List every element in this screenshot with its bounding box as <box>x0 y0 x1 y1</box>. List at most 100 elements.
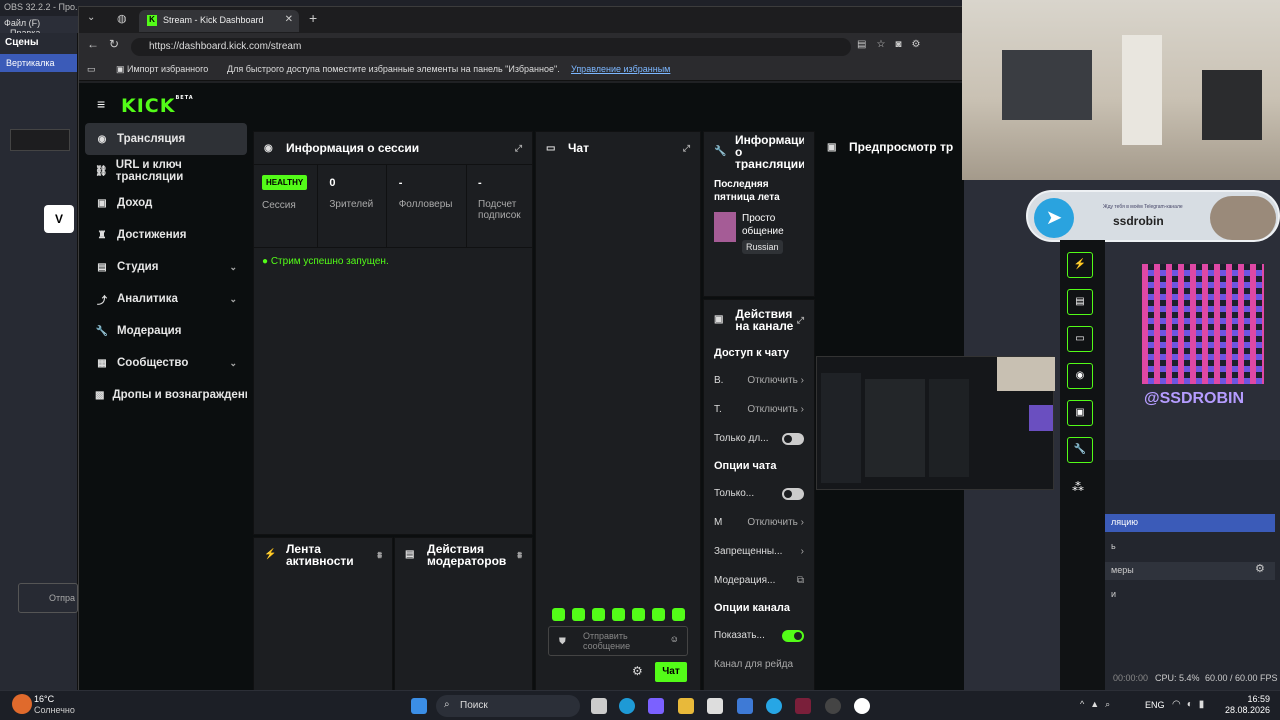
wrench-icon[interactable]: 🔧 <box>1067 437 1093 463</box>
preview-sidebar <box>821 373 861 483</box>
close-tab-icon[interactable]: ✕ <box>285 14 293 25</box>
reload-icon[interactable]: ↻ <box>109 37 119 51</box>
menu-file[interactable]: Файл (F) <box>4 18 40 28</box>
weather-desc: Солнечно <box>34 705 75 715</box>
network-volume-icons[interactable]: ◠◐▮ <box>1172 699 1210 710</box>
browser-toolbar-icons[interactable]: ▤☆◙⚙ <box>857 39 930 50</box>
emote[interactable] <box>572 608 585 621</box>
chrome-icon[interactable] <box>825 698 841 714</box>
chat-send-button[interactable]: Чат <box>655 662 687 682</box>
community-icon[interactable]: ⁂ <box>1072 480 1084 494</box>
obs-cpu: CPU: 5.4% <box>1155 673 1200 683</box>
expand-icon[interactable]: ⤢ <box>515 143 522 154</box>
row-m[interactable]: М Отключить › <box>704 508 814 537</box>
chat-input[interactable]: ⛊ Отправить сообщение ☺ <box>548 626 688 656</box>
row-raid[interactable]: Канал для рейда <box>704 650 814 679</box>
new-tab-icon[interactable]: + <box>309 10 317 26</box>
nav-drops[interactable]: ▩ Дропы и вознаграждени <box>85 379 247 411</box>
gear-icon[interactable]: ⚙ <box>1255 562 1265 575</box>
url-input[interactable]: https://dashboard.kick.com/stream <box>131 38 851 56</box>
mail-icon[interactable] <box>737 698 753 714</box>
edge-icon[interactable] <box>619 698 635 714</box>
disable-select[interactable]: Отключить › <box>747 517 804 528</box>
filter-icon[interactable]: ⩩ <box>377 549 382 561</box>
emote[interactable] <box>652 608 665 621</box>
kick-logo[interactable]: KICKBETA <box>121 95 194 117</box>
nav-stream[interactable]: ◉ Трансляция <box>85 123 247 155</box>
obs-timer: 00:00:00 <box>1113 673 1149 683</box>
nav-analytics[interactable]: ⤴ Аналитика ⌄ <box>85 283 247 315</box>
nav-achievements[interactable]: ♜ Достижения <box>85 219 247 251</box>
emote[interactable] <box>632 608 645 621</box>
telegram-icon: ➤ <box>1034 198 1074 238</box>
preview-panel-block <box>929 379 969 477</box>
nav-label: Доход <box>117 197 153 209</box>
app-icon[interactable] <box>707 698 723 714</box>
back-icon[interactable]: ← <box>87 37 99 51</box>
obs-control-row[interactable]: ь <box>1105 538 1275 556</box>
emote[interactable] <box>592 608 605 621</box>
fav-manage-link[interactable]: Управление избранным <box>571 64 670 74</box>
emote[interactable] <box>552 608 565 621</box>
only-toggle[interactable] <box>782 487 804 500</box>
bolt-icon[interactable]: ⚡ <box>1067 252 1093 278</box>
record-icon[interactable]: ◉ <box>1067 363 1093 389</box>
nav-moderation[interactable]: 🔧 Модерация <box>85 315 247 347</box>
folder-icon[interactable] <box>678 698 694 714</box>
only-for-toggle[interactable] <box>782 432 804 445</box>
row-banned[interactable]: Запрещенны... › <box>704 537 814 566</box>
settings-gear-icon[interactable]: ⚙ <box>632 664 643 678</box>
stat-viewers: 0 Зрителей <box>321 165 388 247</box>
obs-app-icon[interactable] <box>854 698 870 714</box>
globe-icon[interactable]: ◍ <box>117 12 127 25</box>
obs-control-row[interactable]: и <box>1105 586 1275 604</box>
taskbar: 16°C Солнечно ⌕ Поиск ^▲⌕ ENG ◠◐▮ 16:59 2… <box>0 690 1280 720</box>
mod-actions-title: Действия модераторов <box>427 542 507 568</box>
store-icon[interactable] <box>648 698 664 714</box>
fav-import[interactable]: ▣ Импорт избранного <box>116 64 208 75</box>
taskbar-search[interactable]: ⌕ Поиск <box>436 695 580 717</box>
chat-icon[interactable]: ▭ <box>1067 326 1093 352</box>
expand-icon[interactable]: ⤢ <box>797 314 804 326</box>
filter-icon[interactable]: ⩩ <box>517 549 522 561</box>
clock-time[interactable]: 16:59 <box>1228 694 1270 704</box>
obs-chat-input[interactable]: Отпра <box>18 583 78 613</box>
row-t[interactable]: Т. Отключить › <box>704 395 814 424</box>
row-v[interactable]: В. Отключить › <box>704 366 814 395</box>
clock-date[interactable]: 28.08.2026 <box>1218 705 1270 715</box>
tab-list-icon[interactable]: ⌄ <box>87 12 95 23</box>
qr-code <box>1142 264 1264 384</box>
app-icon[interactable] <box>795 698 811 714</box>
windows-start-icon[interactable] <box>411 698 427 714</box>
disable-select[interactable]: Отключить › <box>747 375 804 386</box>
play-circle-icon: ◉ <box>97 133 107 145</box>
emote[interactable] <box>612 608 625 621</box>
menu-icon[interactable]: ≡ <box>97 96 105 112</box>
tab-stream[interactable]: K Stream - Kick Dashboard ✕ <box>139 10 299 32</box>
browser-window: ⌄ ◍ K Stream - Kick Dashboard ✕ + ← ↻ ht… <box>78 6 964 691</box>
tray-icons[interactable]: ^▲⌕ <box>1080 699 1116 710</box>
channel-icon[interactable]: ▣ <box>1067 400 1093 426</box>
emoji-icon[interactable]: ☺ <box>670 634 679 644</box>
preview-webcam <box>997 357 1055 391</box>
nav-community[interactable]: ▦ Сообщество ⌄ <box>85 347 247 379</box>
scene-item[interactable]: Вертикалка <box>0 54 77 72</box>
list-icon[interactable]: ▤ <box>1067 289 1093 315</box>
show-toggle[interactable] <box>782 629 804 642</box>
telegram-app-icon[interactable] <box>766 698 782 714</box>
disable-select[interactable]: Отключить › <box>747 404 804 415</box>
emote[interactable] <box>672 608 685 621</box>
nav-studio[interactable]: ▤ Студия ⌄ <box>85 251 247 283</box>
row-moderation[interactable]: Модерация... ⧉ <box>704 566 814 595</box>
check-icon: ● <box>262 256 269 267</box>
shield-icon: ⛊ <box>559 636 566 646</box>
obs-control-row[interactable]: меры <box>1105 562 1275 580</box>
nav-url-key[interactable]: ⛓ URL и ключ трансляции <box>85 155 247 187</box>
favorites-icon: ▭ <box>87 64 96 74</box>
nav-income[interactable]: ▣ Доход <box>85 187 247 219</box>
task-view-icon[interactable] <box>591 698 607 714</box>
expand-icon[interactable]: ⤢ <box>683 143 690 154</box>
analytics-icon: ⤴ <box>97 295 107 307</box>
language-indicator[interactable]: ENG <box>1145 700 1165 710</box>
obs-control-row[interactable]: ляцию <box>1105 514 1275 532</box>
